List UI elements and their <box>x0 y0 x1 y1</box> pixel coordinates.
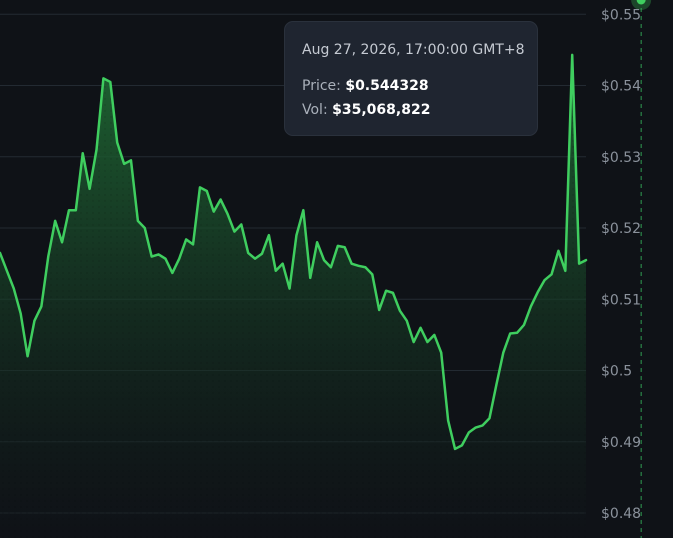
tooltip-price-row: Price: $0.544328 <box>302 75 520 97</box>
y-tick-label: $0.48 <box>601 506 641 522</box>
y-tick-label: $0.55 <box>601 7 641 23</box>
y-tick-label: $0.53 <box>601 150 641 166</box>
tooltip-date: Aug 27, 2026, 17:00:00 GMT+8 <box>302 42 525 58</box>
price-chart-area[interactable]: $0.55 $0.54 $0.53 $0.52 $0.51 $0.5 $0.49 $0.48 … <box>0 0 673 538</box>
y-tick-label: $0.51 <box>601 292 641 308</box>
tooltip-volume-value: $35,068,822 <box>332 102 431 118</box>
y-tick-label: $0.5 <box>601 364 632 380</box>
tooltip-volume-row: Vol: $35,068,822 <box>302 99 520 121</box>
tooltip-price-value: $0.544328 <box>345 78 429 94</box>
y-tick-label: $0.49 <box>601 435 641 451</box>
y-tick-label: $0.52 <box>601 221 641 237</box>
tooltip-volume-label: Vol: <box>302 102 328 118</box>
y-tick-label: $0.54 <box>601 79 641 95</box>
y-axis: $0.55 $0.54 $0.53 $0.52 $0.51 $0.5 $0.49 $0.48 <box>601 7 641 522</box>
price-tooltip: Aug 27, 2026, 17:00:00 GMT+8 Price: $0.5… <box>284 21 538 136</box>
tooltip-price-label: Price: <box>302 78 341 94</box>
